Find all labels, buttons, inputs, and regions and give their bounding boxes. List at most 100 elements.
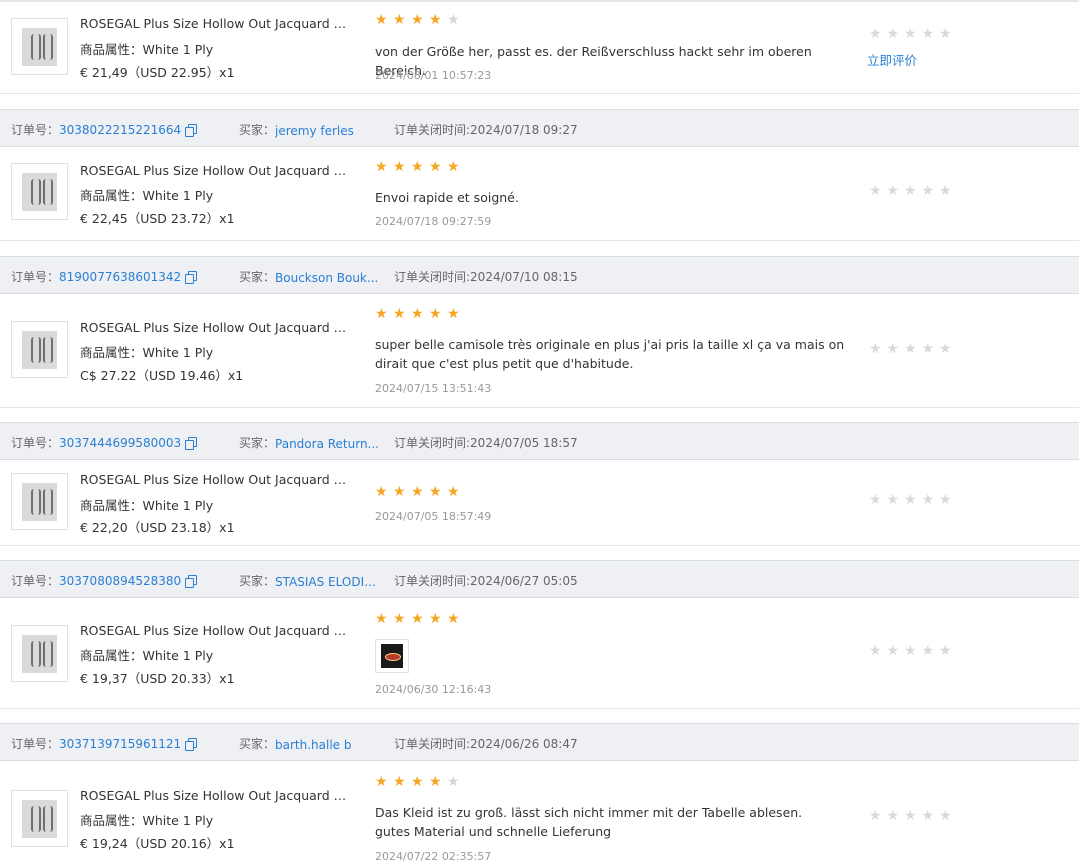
seller-rating-stars[interactable]: ★ ★ ★ ★ ★ — [869, 808, 957, 824]
star-icon[interactable]: ★ — [887, 183, 901, 199]
star-icon[interactable]: ★ — [887, 643, 901, 659]
copy-icon[interactable] — [185, 124, 198, 137]
product-thumbnail[interactable] — [11, 163, 68, 220]
order-header: 订单号：3037444699580003 买家：Pandora Return..… — [0, 422, 1079, 460]
star-icon[interactable]: ★ — [869, 26, 883, 42]
order-item-row: ROSEGAL Plus Size Hollow Out Jacquard Te… — [0, 2, 1079, 94]
star-icon[interactable]: ★ — [922, 808, 936, 824]
star-icon[interactable]: ★ — [922, 643, 936, 659]
product-thumbnail[interactable] — [11, 790, 68, 847]
product-title[interactable]: ROSEGAL Plus Size Hollow Out Jacquard Te… — [80, 163, 348, 178]
buyer-name[interactable]: jeremy ferles — [275, 124, 354, 138]
product-title[interactable]: ROSEGAL Plus Size Hollow Out Jacquard Te… — [80, 788, 348, 803]
review-photo[interactable] — [375, 639, 409, 673]
star-icon[interactable]: ★ — [904, 808, 918, 824]
order-number[interactable]: 3038022215221664 — [59, 123, 181, 137]
star-icon[interactable]: ★ — [887, 492, 901, 508]
star-icon[interactable]: ★ — [939, 808, 953, 824]
product-image — [22, 635, 57, 673]
star-icon: ★ — [393, 306, 406, 322]
buyer-rating-stars: ★ ★ ★ ★ ★ — [375, 306, 465, 322]
copy-icon[interactable] — [185, 437, 198, 450]
star-icon: ★ — [447, 159, 460, 175]
seller-rating-stars[interactable]: ★ ★ ★ ★ ★ — [869, 183, 957, 199]
review-time: 2024/07/05 18:57:49 — [375, 510, 492, 523]
order-number[interactable]: 8190077638601342 — [59, 270, 181, 284]
star-icon: ★ — [429, 484, 442, 500]
seller-rating-stars[interactable]: ★ ★ ★ ★ ★ — [869, 643, 957, 659]
product-thumbnail[interactable] — [11, 18, 68, 75]
buyer-label: 买家： — [239, 270, 276, 284]
star-icon[interactable]: ★ — [939, 183, 953, 199]
review-text: super belle camisole très originale en p… — [375, 337, 845, 371]
star-icon[interactable]: ★ — [869, 492, 883, 508]
product-title[interactable]: ROSEGAL Plus Size Hollow Out Jacquard Te… — [80, 472, 348, 487]
star-icon[interactable]: ★ — [904, 492, 918, 508]
star-icon[interactable]: ★ — [869, 341, 883, 357]
order-item-row: ROSEGAL Plus Size Hollow Out Jacquard Te… — [0, 148, 1079, 241]
order-number-label: 订单号： — [11, 436, 60, 450]
star-icon[interactable]: ★ — [922, 341, 936, 357]
order-number[interactable]: 3037139715961121 — [59, 737, 181, 751]
star-icon: ★ — [429, 306, 442, 322]
order-header: 订单号：3038022215221664 买家：jeremy ferles 订单… — [0, 109, 1079, 147]
star-icon: ★ — [429, 611, 442, 627]
order-item-row: ROSEGAL Plus Size Hollow Out Jacquard Te… — [0, 762, 1079, 868]
product-image — [22, 483, 57, 521]
product-attribute: 商品属性：White 1 Ply — [80, 813, 214, 828]
product-price: € 21,49（USD 22.95）x1 — [80, 65, 235, 80]
star-icon[interactable]: ★ — [922, 492, 936, 508]
buyer-rating-stars: ★ ★ ★ ★ ★ — [375, 774, 465, 790]
star-icon: ★ — [447, 774, 460, 790]
copy-icon[interactable] — [185, 738, 198, 751]
star-icon: ★ — [393, 611, 406, 627]
seller-rating-stars[interactable]: ★ ★ ★ ★ ★ — [869, 341, 957, 357]
star-icon: ★ — [447, 611, 460, 627]
buyer-name[interactable]: STASIAS ELODIE... — [275, 575, 381, 589]
copy-icon[interactable] — [185, 575, 198, 588]
order-number[interactable]: 3037444699580003 — [59, 436, 181, 450]
star-icon[interactable]: ★ — [922, 26, 936, 42]
product-title[interactable]: ROSEGAL Plus Size Hollow Out Jacquard Te… — [80, 16, 348, 31]
order-number-label: 订单号： — [11, 270, 60, 284]
star-icon: ★ — [447, 484, 460, 500]
copy-icon[interactable] — [185, 271, 198, 284]
rate-now-link[interactable]: 立即评价 — [867, 50, 917, 69]
star-icon[interactable]: ★ — [869, 643, 883, 659]
buyer-name[interactable]: Bouckson Bouk... — [275, 271, 378, 285]
star-icon[interactable]: ★ — [887, 26, 901, 42]
star-icon[interactable]: ★ — [904, 183, 918, 199]
product-title[interactable]: ROSEGAL Plus Size Hollow Out Jacquard Te… — [80, 320, 348, 335]
buyer-rating-stars: ★ ★ ★ ★ ★ — [375, 484, 465, 500]
star-icon[interactable]: ★ — [869, 183, 883, 199]
star-icon[interactable]: ★ — [869, 808, 883, 824]
buyer-name[interactable]: Pandora Return... — [275, 437, 379, 451]
star-icon[interactable]: ★ — [939, 341, 953, 357]
order-header: 订单号：3037139715961121 买家：barth.halle b 订单… — [0, 723, 1079, 761]
star-icon[interactable]: ★ — [887, 341, 901, 357]
star-icon[interactable]: ★ — [904, 643, 918, 659]
star-icon: ★ — [411, 774, 424, 790]
product-thumbnail[interactable] — [11, 321, 68, 378]
order-number[interactable]: 3037080894528380 — [59, 574, 181, 588]
seller-rating-stars[interactable]: ★ ★ ★ ★ ★ — [869, 492, 957, 508]
star-icon[interactable]: ★ — [939, 643, 953, 659]
seller-rating-stars[interactable]: ★ ★ ★ ★ ★ — [869, 26, 957, 42]
star-icon: ★ — [375, 484, 388, 500]
star-icon: ★ — [411, 484, 424, 500]
star-icon[interactable]: ★ — [922, 183, 936, 199]
order-closed-time: 订单关闭时间:2024/06/27 05:05 — [394, 574, 578, 588]
star-icon[interactable]: ★ — [904, 26, 918, 42]
star-icon[interactable]: ★ — [939, 492, 953, 508]
star-icon: ★ — [411, 159, 424, 175]
product-thumbnail[interactable] — [11, 473, 68, 530]
buyer-label: 买家： — [239, 123, 276, 137]
buyer-name[interactable]: barth.halle b — [275, 738, 351, 752]
star-icon[interactable]: ★ — [887, 808, 901, 824]
product-attribute: 商品属性：White 1 Ply — [80, 498, 214, 513]
star-icon[interactable]: ★ — [939, 26, 953, 42]
star-icon[interactable]: ★ — [904, 341, 918, 357]
star-icon: ★ — [393, 159, 406, 175]
product-title[interactable]: ROSEGAL Plus Size Hollow Out Jacquard Te… — [80, 623, 348, 638]
product-thumbnail[interactable] — [11, 625, 68, 682]
